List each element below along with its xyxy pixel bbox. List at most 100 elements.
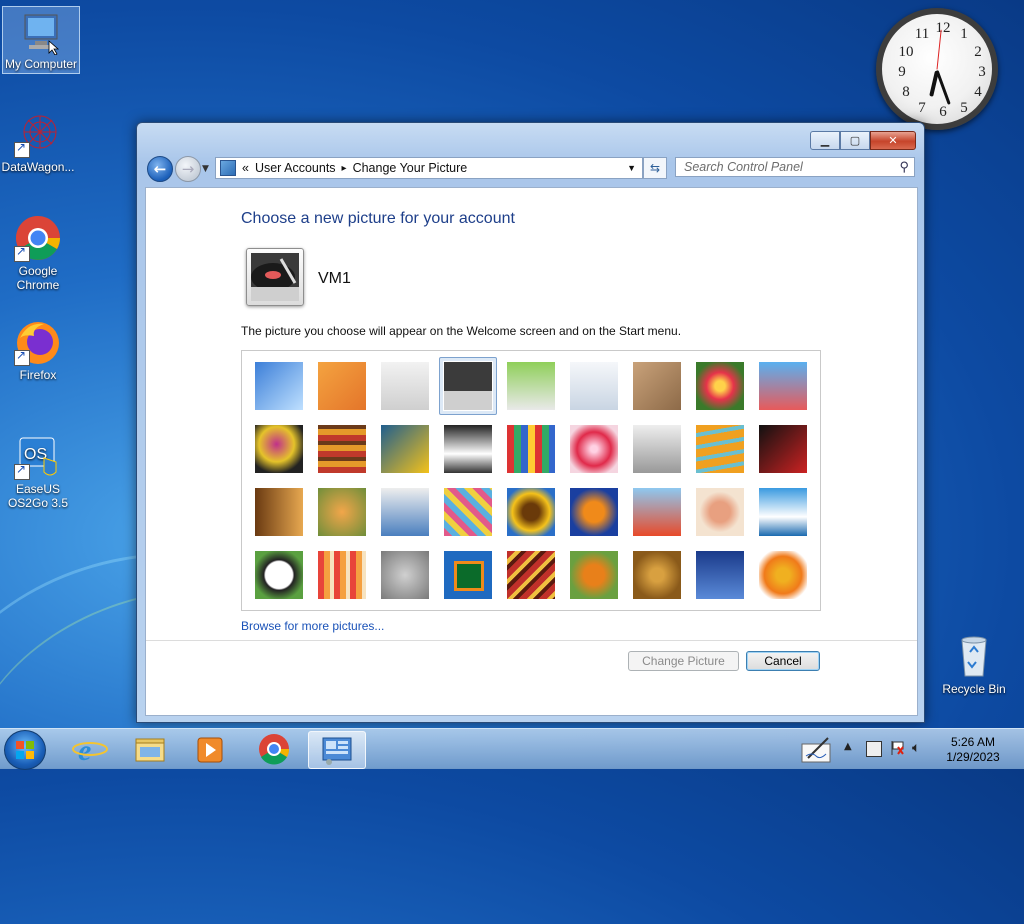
picture-tile-toy-robot[interactable] [380,487,430,537]
show-hidden-icons-chevron-icon[interactable]: ▲ [844,741,852,752]
address-bar[interactable]: « User Accounts ▸ Change Your Picture ▼ [215,157,643,179]
clock-number: 3 [978,64,986,80]
computer-icon [17,7,65,56]
picture-tile-star-ornament[interactable] [569,424,619,474]
picture-tile-lucky-cat[interactable] [506,361,556,411]
picture-tile-ferris-wheel[interactable] [758,361,808,411]
desktop-icon-label: Google Chrome [16,264,60,292]
picture-tile-kitten[interactable] [632,361,682,411]
clock-number: 11 [914,26,930,42]
picture-tile-stripes[interactable] [317,550,367,600]
picture-tile-jacks[interactable] [632,424,682,474]
desktop-icon-chrome[interactable]: Google Chrome [0,214,76,292]
desktop-icon-label: DataWagon... [1,160,75,174]
maximize-button[interactable]: ▢ [840,131,870,150]
picture-tile-daisy[interactable] [758,550,808,600]
clock-number: 8 [902,84,910,100]
volume-icon[interactable]: 🔈︎ [912,740,920,756]
refresh-button[interactable]: ⇆ [643,157,667,179]
picture-tile-window-frame[interactable] [443,550,493,600]
clock-tray[interactable]: 5:26 AM 1/29/2023 [934,735,1012,765]
taskbar-ie-button[interactable]: e [62,731,118,767]
picture-tile-lighthouse[interactable] [695,550,745,600]
taskbar-media-player-button[interactable] [182,731,238,767]
desktop-icon-easeus[interactable]: OS EaseUS OS2Go 3.5 [0,432,76,510]
desktop-icon-firefox[interactable]: Firefox [0,318,76,382]
picture-tile-sailboat[interactable] [758,487,808,537]
picture-tile-fabric[interactable] [317,424,367,474]
desktop-icon-label: EaseUS OS2Go 3.5 [7,482,69,510]
folder-icon [135,738,165,762]
picture-tile-ball[interactable] [254,424,304,474]
browse-more-link[interactable]: Browse for more pictures... [241,619,384,633]
picture-tile-stairs[interactable] [695,424,745,474]
picture-tile-soccer-ball[interactable] [254,550,304,600]
picture-tile-sunflower[interactable] [506,487,556,537]
picture-tile-crayons[interactable] [506,424,556,474]
cancel-button[interactable]: Cancel [746,651,820,671]
clock-gadget[interactable]: 12 1 2 3 4 5 6 7 8 9 10 11 [876,8,998,130]
picture-tile-leaf[interactable] [380,424,430,474]
chrome-icon [14,214,62,262]
action-center-flag-icon[interactable] [890,740,904,756]
picture-tile-doll[interactable] [695,487,745,537]
shortcut-arrow-icon [14,348,30,366]
picture-tile-roller-coaster[interactable] [254,361,304,411]
desktop-icon-datawagon[interactable]: DataWagon... [0,110,76,174]
window-controls: ▁ ▢ ✕ [810,131,916,150]
picture-tile-hot-air-balloon[interactable] [632,487,682,537]
network-icon[interactable] [866,741,882,757]
forward-button[interactable]: → [175,156,201,182]
picture-tile-gyroscope[interactable] [569,361,619,411]
picture-tile-butterfly[interactable] [569,550,619,600]
picture-tile-marbles[interactable] [380,550,430,600]
desktop-icon-label: Firefox [19,368,57,382]
desktop-icon-my-computer[interactable]: My Computer [2,6,80,74]
taskbar-chrome-button[interactable] [246,731,302,767]
divider [146,640,917,641]
clock-number: 2 [974,44,982,60]
minimize-button[interactable]: ▁ [810,131,840,150]
picture-tile-paper-crane[interactable] [758,424,808,474]
picture-tile-scarves[interactable] [443,487,493,537]
back-button[interactable]: ← [147,156,173,182]
pen-input-icon[interactable] [800,734,834,764]
picture-tile-dog[interactable] [443,424,493,474]
picture-tile-fish[interactable] [569,487,619,537]
search-input[interactable]: Search Control Panel ⚲ [675,157,915,177]
close-button[interactable]: ✕ [870,131,916,150]
breadcrumb-overflow[interactable]: « [242,161,249,175]
clock-number: 12 [935,20,951,36]
picture-tile-basket[interactable] [632,550,682,600]
breadcrumb-change-your-picture[interactable]: Change Your Picture [353,161,468,175]
change-picture-window: ▁ ▢ ✕ ← → ▼ « User Accounts ▸ Change You… [136,122,925,723]
address-dropdown-icon[interactable]: ▼ [627,163,636,173]
picture-tile-flower[interactable] [695,361,745,411]
current-account-picture [246,248,304,306]
desktop-icon-recycle-bin[interactable]: Recycle Bin [936,632,1012,696]
shortcut-arrow-icon [14,244,30,262]
easeus-os2go-icon: OS [14,432,62,480]
recent-pages-dropdown-icon[interactable]: ▼ [202,164,209,174]
picture-tile-robot-toy[interactable] [380,361,430,411]
picture-tile-starfish[interactable] [317,361,367,411]
picture-tile-record-player[interactable] [443,361,493,411]
picture-tile-guitar[interactable] [254,487,304,537]
picture-tile-pomeranian[interactable] [317,487,367,537]
firefox-icon [14,318,62,366]
picture-grid [241,350,821,611]
taskbar-control-panel-button[interactable] [308,731,366,769]
internet-explorer-icon: e [72,734,108,767]
clock-number: 9 [898,64,906,80]
picture-description: The picture you choose will appear on th… [241,324,682,338]
content-pane: Choose a new picture for your account VM… [145,187,918,716]
breadcrumb-user-accounts[interactable]: User Accounts [255,161,336,175]
datawagon-icon [14,110,62,158]
search-icon[interactable]: ⚲ [899,159,909,175]
picture-tile-textile[interactable] [506,550,556,600]
taskbar-explorer-button[interactable] [122,731,178,767]
change-picture-button[interactable]: Change Picture [628,651,739,671]
start-button[interactable] [4,730,46,770]
breadcrumb-separator[interactable]: ▸ [342,163,347,174]
control-panel-icon [220,160,236,176]
